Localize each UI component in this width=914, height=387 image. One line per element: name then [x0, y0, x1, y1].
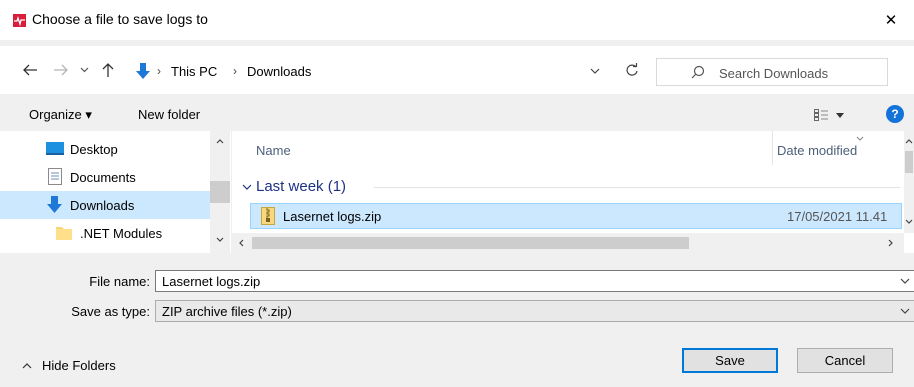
app-icon: [13, 14, 26, 27]
up-button[interactable]: [98, 60, 118, 80]
scroll-thumb[interactable]: [210, 181, 230, 203]
save-type-label: Save as type:: [71, 304, 150, 319]
hide-folders-label: Hide Folders: [42, 358, 116, 373]
chevron-down-icon: [242, 184, 252, 190]
scroll-down-icon: [216, 237, 224, 242]
help-button[interactable]: ?: [886, 105, 904, 123]
column-header-date-modified[interactable]: Date modified: [777, 143, 857, 158]
view-details-icon: [814, 109, 828, 121]
desktop-icon: [46, 142, 64, 155]
downloads-icon: [135, 62, 151, 83]
window-title: Choose a file to save logs to: [32, 11, 208, 27]
address-bar[interactable]: › This PC › Downloads: [128, 58, 613, 84]
sidebar-item-label: Documents: [70, 170, 136, 185]
scroll-up-icon: [216, 139, 224, 144]
save-type-value: ZIP archive files (*.zip): [162, 304, 292, 319]
scroll-right-icon: [888, 239, 893, 247]
documents-icon: [48, 168, 62, 185]
scroll-down-icon: [905, 219, 913, 224]
downloads-icon: [47, 196, 62, 213]
breadcrumb-this-pc[interactable]: This PC: [171, 64, 217, 79]
sidebar-item-label: Desktop: [70, 142, 118, 157]
sidebar-item-documents[interactable]: Documents: [0, 163, 210, 191]
chevron-down-icon[interactable]: [900, 278, 910, 284]
arrow-up-icon: [102, 63, 114, 77]
chevron-up-icon: [22, 362, 32, 368]
chevron-down-icon: [80, 67, 88, 73]
breadcrumb-downloads[interactable]: Downloads: [247, 64, 311, 79]
chevron-down-icon: [900, 308, 910, 314]
group-divider: [374, 187, 900, 188]
group-label: Last week (1): [256, 178, 347, 195]
save-type-select[interactable]: ZIP archive files (*.zip): [155, 300, 914, 322]
arrow-right-icon: [54, 64, 68, 76]
refresh-button[interactable]: [622, 60, 642, 80]
navigation-pane: Desktop Documents Downloads .NET Modules: [0, 131, 231, 253]
navigation-bar: › This PC › Downloads Search Downloads: [0, 46, 914, 94]
file-date: 17/05/2021 11.41: [787, 209, 888, 224]
group-header[interactable]: Last week (1): [242, 178, 346, 195]
back-button[interactable]: [20, 60, 40, 80]
file-list: Name Date modified Last week (1) Laserne…: [232, 131, 914, 253]
column-divider[interactable]: [772, 131, 773, 165]
sidebar-item-desktop[interactable]: Desktop: [0, 135, 210, 163]
sidebar-item-label: Downloads: [70, 198, 135, 213]
sidebar-item-downloads[interactable]: Downloads: [0, 191, 210, 219]
search-box[interactable]: Search Downloads: [656, 58, 888, 86]
scroll-up-icon: [905, 139, 913, 144]
save-button[interactable]: Save: [682, 348, 778, 373]
forward-button[interactable]: [51, 60, 71, 80]
scroll-thumb[interactable]: [905, 151, 913, 173]
file-name-field[interactable]: Lasernet logs.zip: [155, 270, 914, 292]
arrow-left-icon: [23, 64, 37, 76]
caret-down-icon: [836, 112, 844, 118]
file-name-label: File name:: [89, 274, 150, 289]
scroll-left-icon: [239, 239, 244, 247]
cancel-button[interactable]: Cancel: [797, 348, 893, 373]
sidebar-item-label: .NET Modules: [80, 226, 163, 241]
title-bar: Choose a file to save logs to ✕: [0, 0, 914, 40]
search-input[interactable]: Search Downloads: [719, 66, 828, 81]
zip-icon: [261, 207, 275, 225]
organize-button[interactable]: Organize ▾: [29, 107, 92, 123]
folder-icon: [56, 227, 72, 240]
change-view-button[interactable]: [806, 105, 852, 125]
command-bar: Organize ▾ New folder ?: [0, 99, 914, 131]
sidebar-item-net-modules[interactable]: .NET Modules: [0, 219, 210, 247]
hide-folders-button[interactable]: Hide Folders: [22, 358, 116, 373]
file-name: Lasernet logs.zip: [283, 209, 382, 224]
new-folder-button[interactable]: New folder: [138, 107, 200, 122]
breadcrumb-separator: ›: [157, 64, 161, 78]
chevron-down-icon: [590, 68, 600, 74]
sidebar-scrollbar[interactable]: [210, 131, 230, 253]
column-header-name[interactable]: Name: [256, 143, 291, 158]
address-dropdown-button[interactable]: [586, 62, 604, 80]
search-icon: [691, 65, 705, 82]
refresh-icon: [626, 63, 638, 76]
file-name-value[interactable]: Lasernet logs.zip: [162, 274, 260, 289]
file-list-horizontal-scrollbar[interactable]: [232, 233, 904, 253]
table-row[interactable]: Lasernet logs.zip 17/05/2021 11.41: [250, 203, 902, 229]
file-list-vertical-scrollbar[interactable]: [904, 131, 914, 233]
close-button[interactable]: ✕: [868, 0, 914, 40]
scroll-thumb[interactable]: [252, 237, 689, 249]
close-icon: ✕: [884, 12, 898, 29]
breadcrumb-separator: ›: [233, 64, 237, 78]
recent-locations-button[interactable]: [77, 60, 91, 80]
sort-indicator-icon: [856, 136, 864, 141]
